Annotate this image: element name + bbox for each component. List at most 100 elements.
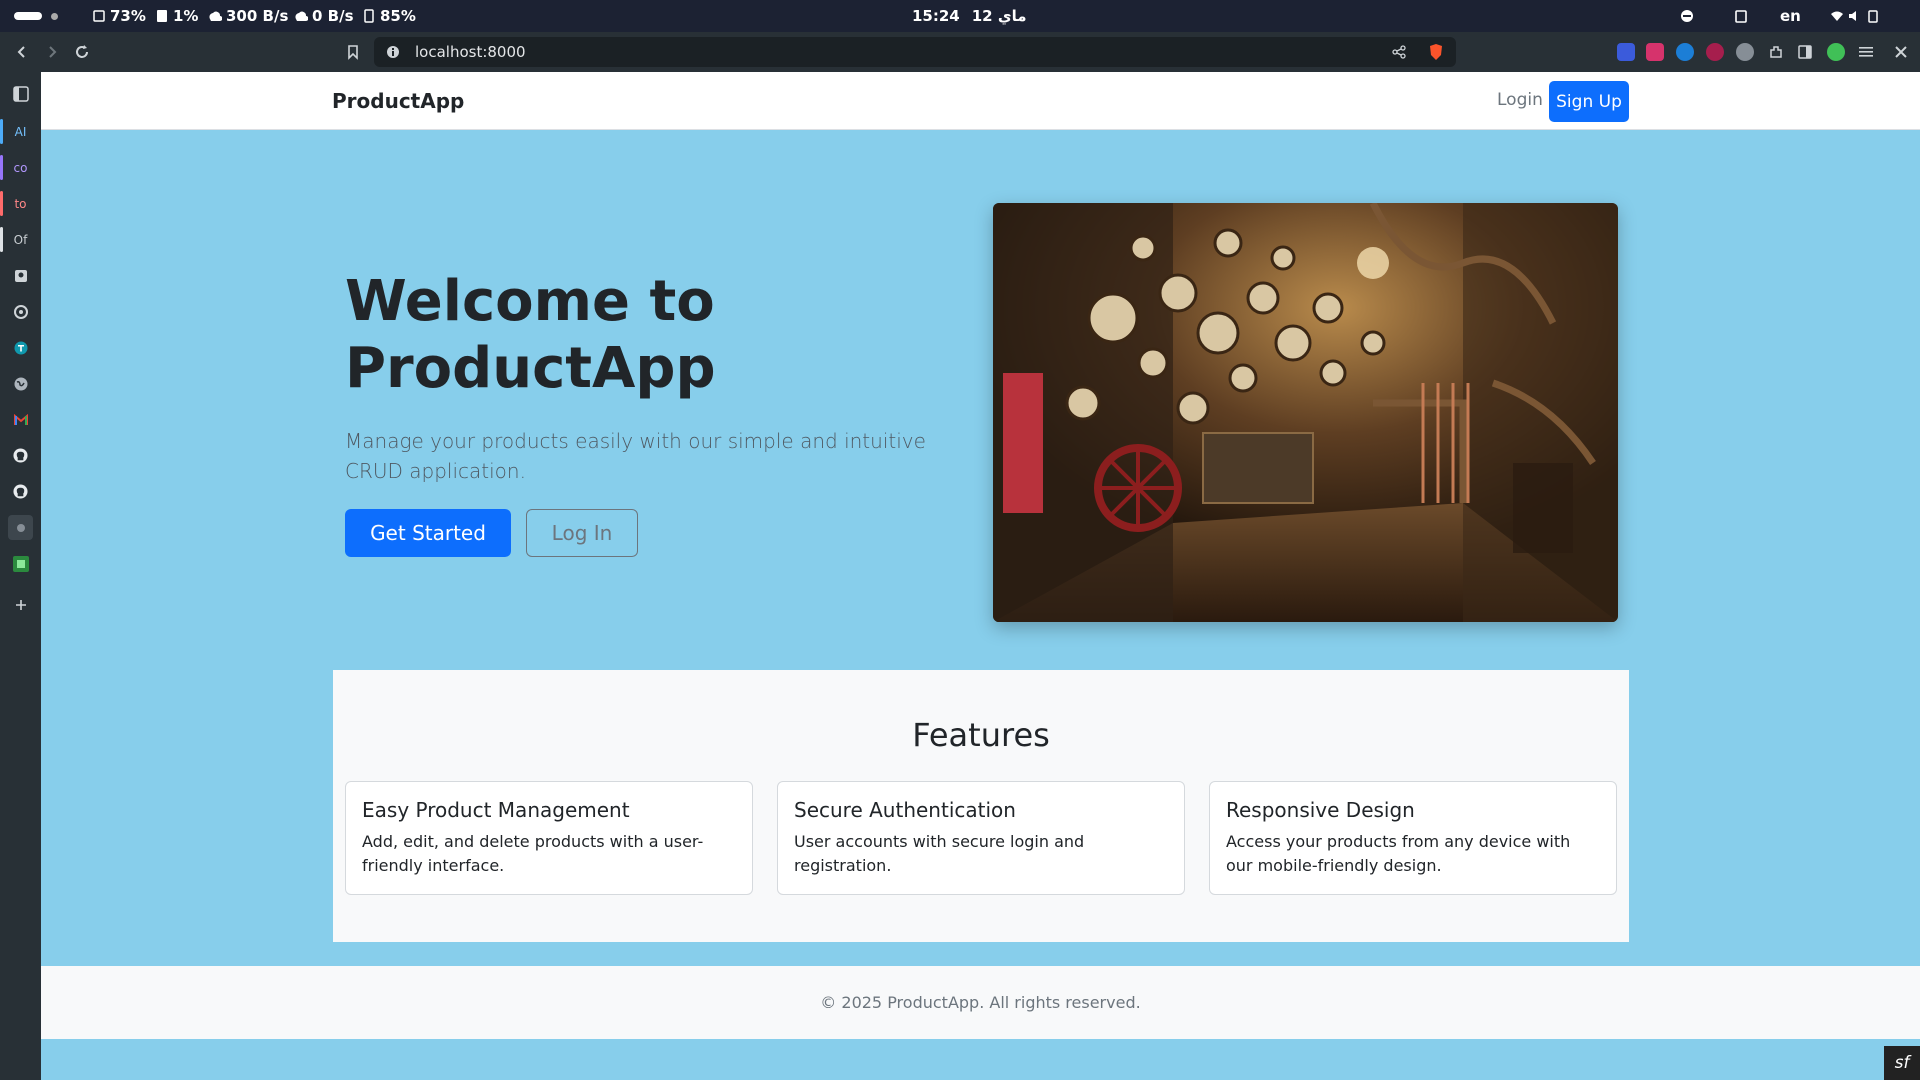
sidebar-github-button-2[interactable]: [8, 479, 33, 504]
engine-room-illustration: [993, 203, 1618, 622]
shazam-extension-icon[interactable]: [1676, 43, 1694, 61]
back-icon: [17, 46, 25, 58]
sidebar-tab-to[interactable]: to: [8, 191, 33, 216]
memory-indicator: 85%: [362, 0, 416, 32]
microphone-extension-icon[interactable]: [1646, 43, 1664, 61]
features-section: Features Easy Product Management Add, ed…: [333, 670, 1629, 942]
sidebar-panel-button[interactable]: [1790, 32, 1820, 72]
add-icon: [15, 599, 26, 610]
gmail-icon: [13, 413, 28, 425]
sidebar-chatgpt-button[interactable]: [8, 299, 33, 324]
memory-value: 85%: [380, 7, 416, 25]
hero-image: [993, 203, 1618, 622]
feature-card: Easy Product Management Add, edit, and d…: [345, 781, 753, 895]
feature-card-title: Easy Product Management: [362, 798, 630, 822]
language-indicator[interactable]: en: [1780, 0, 1801, 32]
openai-icon: [13, 304, 28, 319]
sidebar-app-t-button[interactable]: [8, 335, 33, 360]
tab-indicator: [0, 119, 3, 144]
download-icon: [295, 11, 308, 21]
reload-button[interactable]: [67, 32, 97, 72]
ublock-extension-icon[interactable]: [1706, 43, 1724, 61]
get-started-button[interactable]: Get Started: [345, 509, 511, 557]
feature-card: Responsive Design Access your products f…: [1209, 781, 1617, 895]
web-page: ProductApp Login Sign Up Welcome to Prod…: [41, 72, 1920, 1080]
site-navbar: ProductApp Login Sign Up: [41, 72, 1920, 130]
close-icon: [1895, 46, 1907, 58]
hero-title-line2: ProductApp: [345, 336, 716, 401]
notification-indicator[interactable]: [1680, 0, 1694, 32]
close-window-button[interactable]: [1886, 32, 1916, 72]
site-footer: © 2025 ProductApp. All rights reserved.: [41, 966, 1920, 1039]
browser-sidebar: AI co to Of: [0, 72, 41, 1080]
workspace-pill-icon: [14, 12, 42, 20]
sidebar-tab-ai[interactable]: AI: [8, 119, 33, 144]
features-title: Features: [912, 716, 1050, 754]
sidebar-globe-button[interactable]: [8, 371, 33, 396]
url-text: localhost:8000: [415, 43, 526, 61]
address-bar[interactable]: localhost:8000: [374, 37, 1456, 67]
bitwarden-extension-icon[interactable]: [1617, 43, 1635, 61]
sidebar-pixlr-button[interactable]: [8, 551, 33, 576]
app-icon: [16, 523, 25, 532]
forward-button[interactable]: [37, 32, 67, 72]
download-value: 0 B/s: [312, 7, 354, 25]
disk-icon: [157, 10, 167, 22]
brave-lion-icon[interactable]: [1428, 43, 1444, 61]
feature-card-title: Secure Authentication: [794, 798, 1016, 822]
profile-avatar-icon[interactable]: [1827, 43, 1845, 61]
activities-indicator[interactable]: [14, 0, 58, 32]
disk-indicator: 1%: [155, 0, 198, 32]
feature-card-text: User accounts with secure login and regi…: [794, 832, 1085, 875]
sidebar-toggle-icon: [1798, 45, 1812, 59]
feature-card: Secure Authentication User accounts with…: [777, 781, 1185, 895]
disk-value: 1%: [173, 7, 199, 25]
nav-login-link[interactable]: Login: [1497, 90, 1543, 110]
info-icon: [387, 46, 399, 58]
sidebar-panel-icon: [12, 85, 29, 102]
browser-toolbar: localhost:8000: [0, 32, 1920, 72]
bookmark-button[interactable]: [338, 32, 368, 72]
tab-indicator: [0, 191, 3, 216]
extensions-button[interactable]: [1761, 32, 1791, 72]
upload-indicator: 300 B/s: [208, 0, 288, 32]
clock-date: 12 ماي: [971, 7, 1027, 25]
clock[interactable]: 15:24 12 ماي: [912, 0, 1027, 32]
contacts-icon: [14, 269, 27, 282]
footer-copyright: © 2025 ProductApp. All rights reserved.: [820, 993, 1141, 1012]
system-tray[interactable]: [1830, 0, 1880, 32]
github-icon: [13, 448, 28, 463]
t-app-icon: [14, 341, 27, 354]
symfony-toolbar-toggle[interactable]: sf: [1884, 1046, 1920, 1080]
sidebar-github-button[interactable]: [8, 443, 33, 468]
volume-icon: [1849, 11, 1856, 21]
sidebar-add-button[interactable]: [8, 592, 33, 617]
clipboard-icon: [1735, 10, 1747, 23]
extensions-icon: [1770, 46, 1782, 58]
tab-indicator: [0, 227, 3, 252]
reload-icon: [76, 45, 88, 58]
sidebar-tab-co[interactable]: co: [8, 155, 33, 180]
sidebar-tab-of[interactable]: Of: [8, 227, 33, 252]
sidebar-gmail-button[interactable]: [8, 407, 33, 432]
os-top-bar: 73% 1% 300 B/s 0 B/s 85% 15:24 12 ماي en: [0, 0, 1920, 32]
sidebar-toggle-button[interactable]: [8, 81, 33, 106]
notification-icon: [1681, 10, 1693, 22]
memory-icon: [364, 9, 374, 23]
upload-value: 300 B/s: [226, 7, 289, 25]
sidebar-contacts-button[interactable]: [8, 263, 33, 288]
share-icon[interactable]: [1392, 45, 1406, 59]
upload-icon: [209, 11, 222, 21]
back-button[interactable]: [7, 32, 37, 72]
menu-button[interactable]: [1851, 32, 1881, 72]
brand-logo[interactable]: ProductApp: [332, 89, 464, 113]
nav-signup-button[interactable]: Sign Up: [1549, 81, 1629, 122]
sidebar-app-button[interactable]: [8, 515, 33, 540]
bookmark-icon: [348, 45, 358, 60]
log-in-button[interactable]: Log In: [526, 509, 638, 557]
settings-extension-icon[interactable]: [1736, 43, 1754, 61]
feature-card-text: Access your products from any device wit…: [1226, 832, 1571, 875]
globe-icon: [14, 377, 27, 390]
cpu-value: 73%: [110, 7, 146, 25]
clipboard-indicator[interactable]: [1734, 0, 1748, 32]
